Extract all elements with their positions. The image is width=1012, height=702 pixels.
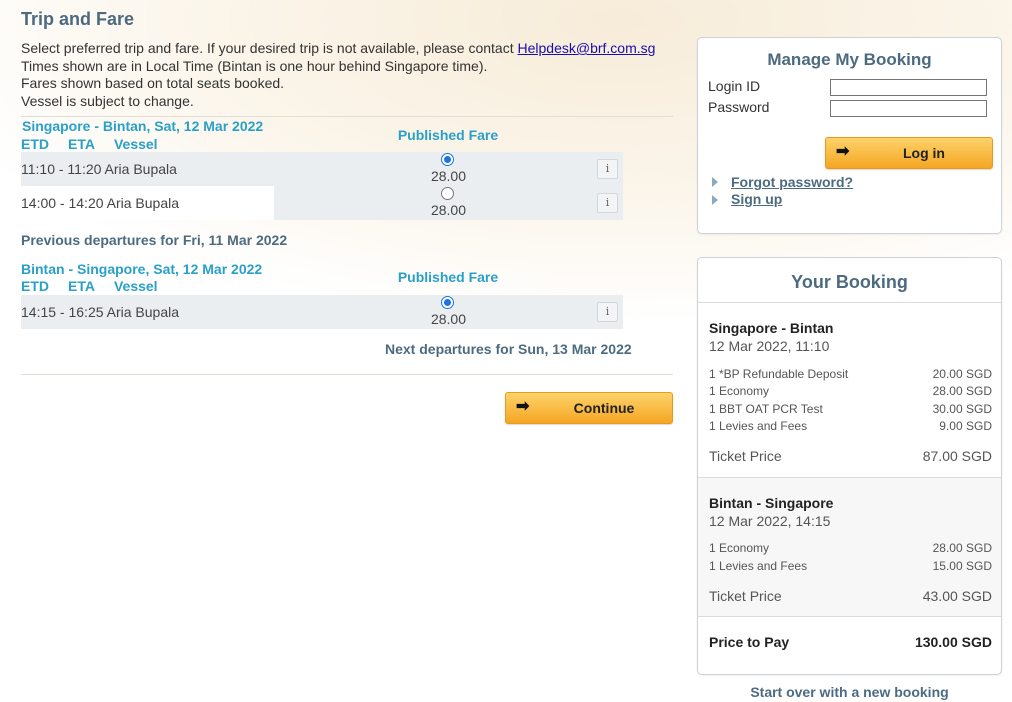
info-icon[interactable]: i bbox=[597, 302, 618, 322]
login-button[interactable]: ➡ Log in bbox=[825, 137, 993, 169]
line-item-amount: 30.00 SGD bbox=[932, 402, 992, 416]
line-item-amount: 28.00 SGD bbox=[932, 541, 992, 555]
leg-route: Singapore - Bintan bbox=[709, 320, 834, 336]
login-button-label: Log in bbox=[903, 145, 945, 161]
line-item-amount: 9.00 SGD bbox=[939, 419, 992, 433]
outbound-route-header: Singapore - Bintan, Sat, 12 Mar 2022 bbox=[22, 118, 264, 134]
line-item-desc: 1 Economy bbox=[709, 541, 770, 555]
line-item-amount: 20.00 SGD bbox=[932, 367, 992, 381]
col-vessel: Vessel bbox=[113, 278, 158, 294]
fare-cell: 28.00 i bbox=[274, 295, 623, 329]
manage-booking-panel: Manage My Booking Login ID Password ➡ Lo… bbox=[697, 37, 1002, 234]
start-over-link[interactable]: Start over with a new booking bbox=[697, 684, 1002, 700]
divider bbox=[21, 116, 673, 117]
next-departures-link[interactable]: Next departures for Sun, 13 Mar 2022 bbox=[385, 341, 632, 357]
line-item-desc: 1 Levies and Fees bbox=[709, 419, 808, 433]
ticket-price-label: Ticket Price bbox=[709, 588, 782, 604]
password-input[interactable] bbox=[830, 100, 987, 117]
divider bbox=[21, 374, 673, 375]
col-eta: ETA bbox=[68, 136, 95, 152]
leg-route: Bintan - Singapore bbox=[709, 495, 834, 511]
line-item-desc: 1 BBT OAT PCR Test bbox=[709, 402, 823, 416]
password-label: Password bbox=[708, 99, 770, 115]
previous-departures-link[interactable]: Previous departures for Fri, 11 Mar 2022 bbox=[21, 232, 287, 248]
continue-button[interactable]: ➡ Continue bbox=[505, 392, 673, 424]
price-to-pay-label: Price to Pay bbox=[709, 634, 790, 650]
fare-cell: 28.00 i bbox=[274, 152, 623, 186]
arrow-right-icon: ➡ bbox=[516, 398, 530, 415]
arrow-right-icon: ➡ bbox=[836, 143, 850, 160]
info-icon[interactable]: i bbox=[597, 159, 618, 179]
trip-row[interactable]: 14:15 - 16:25 Aria Bupala 28.00 i bbox=[21, 295, 623, 329]
line-item-desc: 1 Economy bbox=[709, 384, 770, 398]
col-etd: ETD bbox=[21, 136, 49, 152]
your-booking-title: Your Booking bbox=[791, 272, 908, 292]
manage-booking-title: Manage My Booking bbox=[767, 50, 932, 69]
leg-datetime: 12 Mar 2022, 11:10 bbox=[709, 338, 830, 354]
return-column-headers: ETD ETA Vessel bbox=[21, 278, 158, 294]
your-booking-panel: Your Booking Singapore - Bintan 12 Mar 2… bbox=[697, 257, 1002, 675]
return-fare-header: Published Fare bbox=[397, 269, 499, 285]
login-id-label: Login ID bbox=[708, 78, 761, 94]
line-item-desc: 1 Levies and Fees bbox=[709, 559, 808, 573]
ticket-price-value: 43.00 SGD bbox=[922, 588, 992, 604]
leg-datetime: 12 Mar 2022, 14:15 bbox=[709, 513, 831, 529]
continue-label: Continue bbox=[573, 400, 635, 416]
col-eta: ETA bbox=[68, 278, 95, 294]
intro-line-2: Times shown are in Local Time (Bintan is… bbox=[21, 57, 488, 74]
intro-line-4: Vessel is subject to change. bbox=[21, 92, 194, 109]
return-route-header: Bintan - Singapore, Sat, 12 Mar 2022 bbox=[21, 261, 263, 277]
fare-price: 28.00 bbox=[430, 311, 467, 327]
fare-radio[interactable] bbox=[441, 187, 454, 200]
info-icon[interactable]: i bbox=[597, 193, 618, 213]
outbound-fare-header: Published Fare bbox=[397, 127, 499, 143]
trip-row[interactable]: 11:10 - 11:20 Aria Bupala 28.00 i bbox=[21, 152, 623, 186]
login-id-input[interactable] bbox=[830, 79, 987, 96]
ticket-price-label: Ticket Price bbox=[709, 448, 782, 464]
fare-price: 28.00 bbox=[430, 202, 467, 218]
divider bbox=[698, 616, 1001, 617]
trip-label: 14:00 - 14:20 Aria Bupala bbox=[21, 186, 274, 220]
line-item-amount: 28.00 SGD bbox=[932, 384, 992, 398]
line-item-desc: 1 *BP Refundable Deposit bbox=[709, 367, 849, 381]
intro-line-3: Fares shown based on total seats booked. bbox=[21, 75, 285, 92]
forgot-password-link[interactable]: Forgot password? bbox=[731, 174, 853, 190]
outbound-column-headers: ETD ETA Vessel bbox=[21, 136, 158, 152]
intro-line-1: Select preferred trip and fare. If your … bbox=[21, 40, 518, 56]
intro-text: Select preferred trip and fare. If your … bbox=[21, 40, 655, 110]
line-item-amount: 15.00 SGD bbox=[932, 559, 992, 573]
trip-label: 14:15 - 16:25 Aria Bupala bbox=[21, 295, 274, 329]
trip-row[interactable]: 14:00 - 14:20 Aria Bupala 28.00 i bbox=[21, 186, 623, 220]
price-to-pay-value: 130.00 SGD bbox=[914, 634, 992, 650]
fare-radio-selected[interactable] bbox=[441, 153, 454, 166]
col-etd: ETD bbox=[21, 278, 49, 294]
trip-label: 11:10 - 11:20 Aria Bupala bbox=[21, 152, 274, 186]
col-vessel: Vessel bbox=[113, 136, 158, 152]
fare-radio-selected[interactable] bbox=[441, 296, 454, 309]
fare-price: 28.00 bbox=[430, 168, 467, 184]
page-title: Trip and Fare bbox=[21, 9, 135, 29]
signup-link[interactable]: Sign up bbox=[731, 191, 782, 207]
triangle-right-icon bbox=[712, 177, 718, 187]
triangle-right-icon bbox=[712, 195, 718, 205]
ticket-price-value: 87.00 SGD bbox=[922, 448, 992, 464]
divider bbox=[698, 302, 1001, 303]
fare-cell: 28.00 i bbox=[274, 186, 623, 220]
helpdesk-link[interactable]: Helpdesk@brf.com.sg bbox=[518, 40, 656, 56]
